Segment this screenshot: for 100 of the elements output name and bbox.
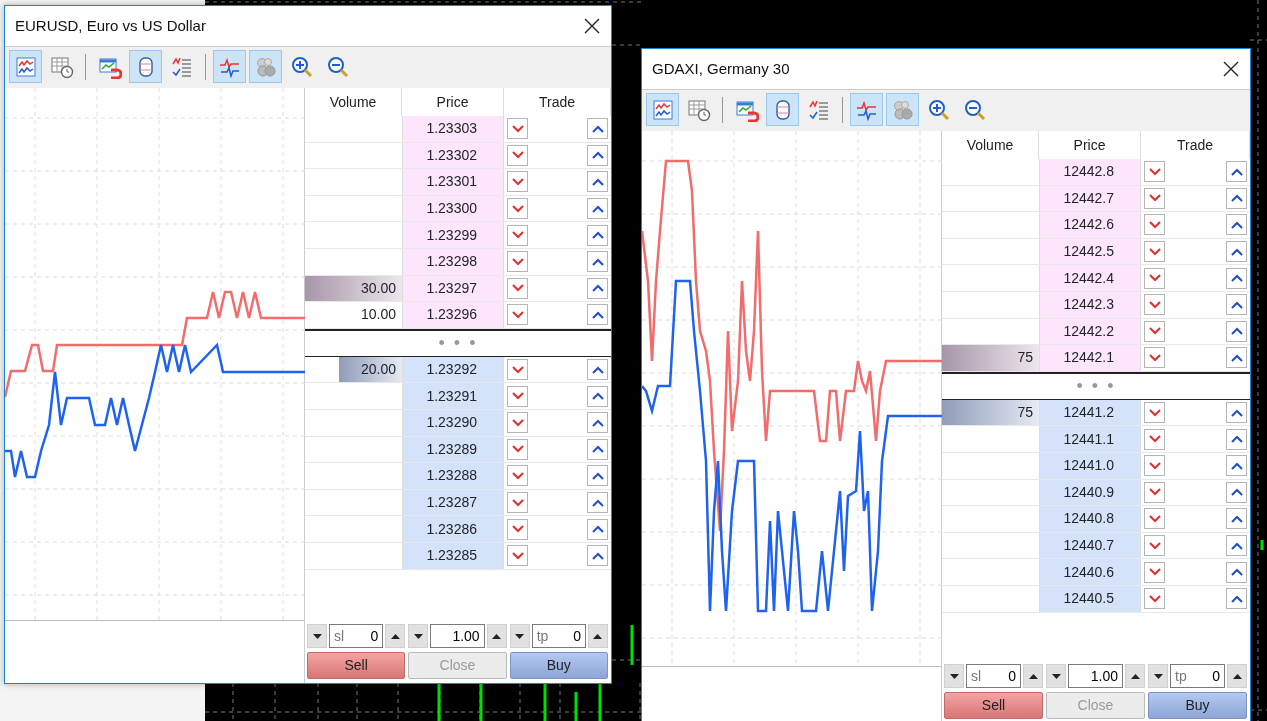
chevron-up-icon[interactable] — [591, 365, 604, 374]
chevron-down-icon[interactable] — [511, 178, 524, 186]
buy-arrow-button[interactable] — [587, 144, 608, 166]
triangle-down-icon[interactable] — [413, 633, 423, 639]
increase-button[interactable] — [1023, 664, 1043, 688]
sell-arrow-button[interactable] — [507, 304, 528, 326]
triangle-up-icon[interactable] — [390, 633, 400, 639]
chevron-up-icon[interactable] — [591, 231, 604, 240]
sell-arrow-button[interactable] — [1144, 187, 1165, 209]
sell-arrow-button[interactable] — [1144, 214, 1165, 236]
chevron-down-icon[interactable] — [1148, 300, 1161, 309]
triangle-up-icon[interactable] — [492, 633, 502, 639]
sl-field[interactable]: sl 0 — [329, 624, 384, 648]
tp-field[interactable]: tp 0 — [531, 624, 586, 648]
buy-arrow-button[interactable] — [1226, 294, 1247, 316]
close-icon[interactable] — [1222, 60, 1240, 78]
sell-arrow-button[interactable] — [507, 198, 528, 220]
chevron-up-icon[interactable] — [1230, 461, 1243, 470]
sell-arrow-button[interactable] — [1144, 161, 1165, 183]
buy-arrow-button[interactable] — [1226, 561, 1247, 583]
sell-button[interactable]: Sell — [307, 652, 406, 679]
decrease-button[interactable] — [509, 624, 530, 648]
buy-arrow-button[interactable] — [1226, 508, 1247, 530]
chevron-up-icon[interactable] — [591, 498, 604, 507]
chevron-down-icon[interactable] — [1148, 568, 1161, 577]
chevron-up-icon[interactable] — [1230, 514, 1243, 523]
chevron-down-icon[interactable] — [1148, 541, 1161, 550]
buy-button[interactable]: Buy — [509, 652, 608, 679]
sl-field[interactable]: sl 0 — [966, 664, 1021, 688]
sell-arrow-button[interactable] — [1144, 267, 1165, 289]
sell-arrow-button[interactable] — [1144, 508, 1165, 530]
chevron-up-icon[interactable] — [591, 284, 604, 293]
triangle-up-icon[interactable] — [593, 633, 603, 639]
chevron-up-icon[interactable] — [591, 310, 604, 319]
sell-arrow-button[interactable] — [1144, 455, 1165, 477]
chevron-down-icon[interactable] — [511, 365, 524, 374]
buy-arrow-button[interactable] — [1226, 214, 1247, 236]
triangle-up-icon[interactable] — [1232, 673, 1242, 679]
sell-arrow-button[interactable] — [507, 251, 528, 273]
chevron-up-icon[interactable] — [591, 257, 604, 266]
buy-arrow-button[interactable] — [587, 465, 608, 487]
chevron-down-icon[interactable] — [511, 231, 524, 240]
sell-arrow-button[interactable] — [507, 277, 528, 299]
chevron-up-icon[interactable] — [1230, 435, 1243, 444]
chevron-up-icon[interactable] — [1230, 274, 1243, 283]
close-icon[interactable] — [583, 17, 601, 35]
sell-arrow-button[interactable] — [1144, 561, 1165, 583]
buy-arrow-button[interactable] — [1226, 320, 1247, 342]
buy-arrow-button[interactable] — [1226, 402, 1247, 424]
buy-arrow-button[interactable] — [587, 359, 608, 381]
sell-arrow-button[interactable] — [507, 438, 528, 460]
buy-arrow-button[interactable] — [1226, 535, 1247, 556]
chevron-down-icon[interactable] — [511, 551, 524, 560]
chevron-down-icon[interactable] — [1148, 327, 1161, 336]
chevron-down-icon[interactable] — [511, 525, 524, 534]
chevron-down-icon[interactable] — [511, 204, 524, 213]
sell-arrow-button[interactable] — [1144, 347, 1165, 369]
buy-arrow-button[interactable] — [587, 304, 608, 326]
buy-arrow-button[interactable] — [587, 118, 608, 140]
buy-arrow-button[interactable] — [587, 518, 608, 540]
chevron-up-icon[interactable] — [1230, 194, 1243, 203]
buy-arrow-button[interactable] — [587, 385, 608, 407]
chevron-down-icon[interactable] — [511, 392, 524, 401]
buy-arrow-button[interactable] — [1226, 267, 1247, 289]
chevron-down-icon[interactable] — [1148, 488, 1161, 497]
decrease-button[interactable] — [944, 664, 964, 688]
tp-input[interactable]: 0 — [548, 625, 581, 647]
lot-input[interactable]: 1.00 — [1073, 665, 1118, 687]
lot-field[interactable]: 1.00 — [430, 624, 485, 648]
sl-input[interactable]: 0 — [981, 665, 1016, 687]
chevron-up-icon[interactable] — [1230, 353, 1243, 362]
triangle-down-icon[interactable] — [949, 673, 959, 679]
increase-button[interactable] — [1227, 664, 1247, 688]
sell-arrow-button[interactable] — [507, 171, 528, 193]
chevron-up-icon[interactable] — [591, 151, 604, 160]
decrease-button[interactable] — [408, 624, 429, 648]
triangle-down-icon[interactable] — [1153, 673, 1163, 679]
buy-arrow-button[interactable] — [587, 492, 608, 513]
sell-button[interactable]: Sell — [944, 692, 1043, 719]
sell-arrow-button[interactable] — [1144, 481, 1165, 503]
triangle-down-icon[interactable] — [515, 633, 525, 639]
chevron-down-icon[interactable] — [511, 498, 524, 507]
chevron-up-icon[interactable] — [1230, 408, 1243, 417]
sell-arrow-button[interactable] — [507, 412, 528, 434]
chevron-down-icon[interactable] — [1148, 274, 1161, 283]
chevron-down-icon[interactable] — [511, 471, 524, 480]
buy-arrow-button[interactable] — [587, 545, 608, 567]
chevron-up-icon[interactable] — [1230, 594, 1243, 603]
chevron-down-icon[interactable] — [511, 124, 524, 133]
chevron-up-icon[interactable] — [1230, 568, 1243, 577]
triangle-down-icon[interactable] — [1051, 673, 1061, 679]
chevron-up-icon[interactable] — [591, 178, 604, 186]
buy-arrow-button[interactable] — [1226, 161, 1247, 183]
sell-arrow-button[interactable] — [507, 359, 528, 381]
increase-button[interactable] — [588, 624, 608, 648]
chevron-down-icon[interactable] — [1148, 408, 1161, 417]
increase-button[interactable] — [1125, 664, 1145, 688]
increase-button[interactable] — [486, 624, 507, 648]
sell-arrow-button[interactable] — [1144, 402, 1165, 424]
chevron-down-icon[interactable] — [1148, 167, 1161, 176]
